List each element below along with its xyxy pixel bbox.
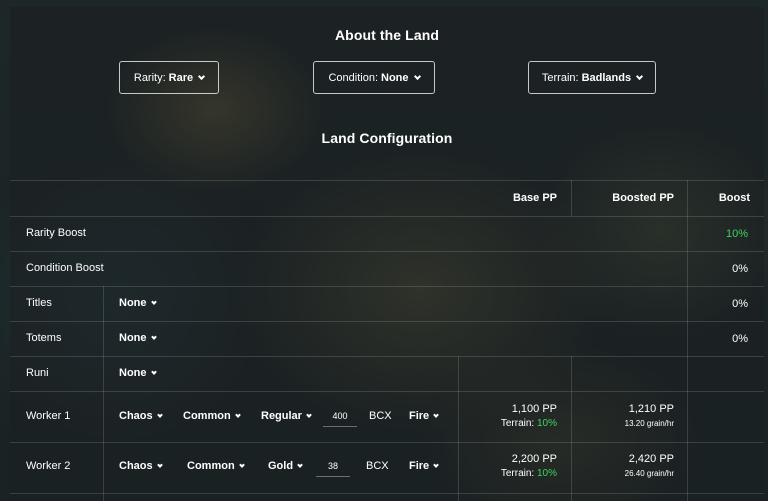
chevron-down-icon: [433, 462, 440, 468]
worker-1-type-select[interactable]: Fire: [409, 410, 440, 422]
worker-1-type-value: Fire: [409, 410, 430, 422]
condition-value: None: [381, 71, 409, 84]
titles-select-value: None: [119, 297, 147, 309]
table-divider: [10, 391, 764, 392]
table-divider: [10, 321, 764, 322]
worker-2-rarity-select[interactable]: Common: [187, 460, 245, 472]
totems-boost-value: 0%: [732, 333, 748, 345]
chevron-down-icon: [297, 462, 303, 468]
worker-1-terrain-label: Terrain:: [500, 418, 535, 429]
worker-2-element-select[interactable]: Chaos: [119, 460, 163, 472]
table-divider: [10, 442, 764, 443]
worker-1-bcx-input[interactable]: [323, 405, 357, 427]
runi-select[interactable]: None: [119, 367, 157, 379]
totems-select[interactable]: None: [119, 332, 157, 344]
worker-2-type-select[interactable]: Fire: [409, 460, 440, 472]
table-divider: [10, 493, 764, 494]
column-divider: [103, 286, 104, 501]
chevron-down-icon: [636, 72, 644, 80]
worker-1-rarity-value: Common: [183, 410, 231, 422]
worker-2-grain: 26.40 grain/hr: [624, 469, 674, 478]
worker-2-bcx-input[interactable]: [316, 455, 350, 477]
chevron-down-icon: [198, 72, 206, 80]
column-divider: [571, 356, 572, 501]
table-divider: [10, 356, 764, 357]
worker-2-element-value: Chaos: [119, 460, 153, 472]
worker-2-foil-value: Gold: [268, 460, 294, 472]
worker-1-element-select[interactable]: Chaos: [119, 410, 163, 422]
worker-1-boosted-pp: 1,210 PP: [628, 403, 674, 415]
terrain-dropdown[interactable]: Terrain: Badlands: [528, 61, 656, 94]
worker-2-terrain: Terrain: 10%: [458, 468, 557, 479]
worker-1-label: Worker 1: [26, 410, 71, 422]
chevron-down-icon: [433, 412, 440, 418]
header-boosted-pp: Boosted PP: [612, 192, 674, 204]
titles-label: Titles: [26, 297, 52, 309]
worker-1-element-value: Chaos: [119, 410, 153, 422]
worker-1-terrain: Terrain: 10%: [458, 418, 557, 429]
worker-2-label: Worker 2: [26, 460, 71, 472]
worker-2-base-pp: 2,200 PP: [511, 453, 557, 465]
rarity-value: Rare: [168, 71, 194, 84]
condition-label: Condition:: [328, 71, 379, 84]
worker-2-bcx-unit: BCX: [366, 460, 389, 472]
terrain-value: Badlands: [581, 71, 632, 84]
about-title: About the Land: [334, 27, 440, 43]
runi-label: Runi: [26, 367, 49, 379]
condition-dropdown[interactable]: Condition: None: [313, 61, 435, 94]
worker-1-bcx-unit: BCX: [369, 410, 392, 422]
titles-select[interactable]: None: [119, 297, 157, 309]
table-divider: [10, 251, 764, 252]
worker-1-foil-select[interactable]: Regular: [261, 410, 312, 422]
worker-1-rarity-select[interactable]: Common: [183, 410, 241, 422]
table-divider: [10, 286, 764, 287]
rarity-label: Rarity:: [133, 71, 166, 84]
terrain-label: Terrain:: [541, 71, 579, 84]
runi-select-value: None: [119, 367, 147, 379]
totems-label: Totems: [26, 332, 62, 344]
table-divider: [10, 216, 764, 217]
titles-boost-value: 0%: [732, 298, 748, 310]
land-panel: About the Land Rarity: Rare Condition: N…: [10, 7, 764, 501]
chevron-down-icon: [413, 72, 421, 80]
chevron-down-icon: [156, 462, 163, 468]
chevron-down-icon: [234, 412, 241, 418]
worker-1-foil-value: Regular: [261, 410, 302, 422]
chevron-down-icon: [150, 334, 157, 340]
chevron-down-icon: [238, 462, 245, 468]
header-base-pp: Base PP: [512, 192, 557, 204]
worker-2-terrain-label: Terrain:: [500, 468, 535, 479]
totems-select-value: None: [119, 332, 147, 344]
condition-boost-value: 0%: [732, 263, 748, 275]
config-title: Land Configuration: [321, 130, 453, 146]
worker-2-foil-select[interactable]: Gold: [268, 460, 303, 472]
rarity-dropdown[interactable]: Rarity: Rare: [119, 61, 219, 94]
header-boost: Boost: [718, 192, 750, 204]
worker-1-terrain-pct: 10%: [536, 418, 557, 429]
chevron-down-icon: [306, 412, 312, 418]
worker-2-boosted-pp: 2,420 PP: [628, 453, 674, 465]
condition-boost-label: Condition Boost: [26, 262, 104, 274]
rarity-boost-value: 10%: [725, 228, 748, 240]
chevron-down-icon: [150, 369, 157, 375]
table-divider: [10, 180, 764, 181]
worker-1-grain: 13.20 grain/hr: [624, 419, 674, 428]
worker-2-rarity-value: Common: [187, 460, 235, 472]
chevron-down-icon: [156, 412, 163, 418]
rarity-boost-label: Rarity Boost: [26, 227, 86, 239]
worker-1-base-pp: 1,100 PP: [511, 403, 557, 415]
worker-2-terrain-pct: 10%: [536, 468, 557, 479]
worker-2-type-value: Fire: [409, 460, 430, 472]
chevron-down-icon: [150, 299, 157, 305]
